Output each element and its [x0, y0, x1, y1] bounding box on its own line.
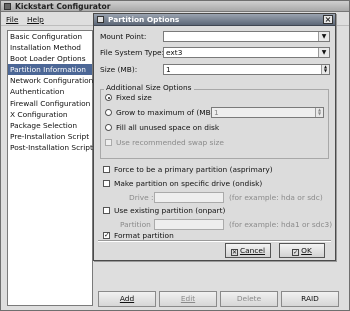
- cancel-icon: ✕: [230, 249, 238, 256]
- size-value: 1: [166, 65, 171, 74]
- add-button-label: Add: [119, 294, 135, 303]
- asprimary-label: Force to be a primary partition (asprima…: [114, 165, 273, 174]
- ok-button[interactable]: ✓ OK: [279, 243, 325, 258]
- chevron-down-icon[interactable]: ▼: [318, 48, 329, 57]
- close-icon[interactable]: ×: [323, 15, 333, 24]
- sidebar-item-post-installation-script[interactable]: Post-Installation Script: [8, 142, 93, 153]
- partition-options-dialog: Partition Options × Mount Point: ▼ File …: [93, 13, 336, 261]
- delete-button-label: Delete: [236, 294, 262, 303]
- grow-to-max-radio[interactable]: [105, 109, 112, 116]
- raid-button[interactable]: RAID: [281, 291, 339, 307]
- mount-point-label: Mount Point:: [100, 32, 147, 41]
- sidebar-item-partition-information[interactable]: Partition Information: [8, 64, 92, 76]
- main-window-title: Kickstart Configurator: [15, 2, 111, 11]
- app-icon: [4, 3, 11, 10]
- onpart-label: Use existing partition (onpart): [114, 206, 226, 215]
- recommended-swap-checkbox[interactable]: [105, 139, 112, 146]
- fill-disk-label: Fill all unused space on disk: [116, 123, 220, 132]
- spin-arrows-icon[interactable]: ▲ ▼: [315, 108, 323, 117]
- mount-point-combo[interactable]: ▼: [163, 31, 330, 42]
- additional-size-options-title: Additional Size Options: [104, 83, 194, 92]
- fill-disk-radio[interactable]: [105, 124, 112, 131]
- format-partition-label: Format partition: [114, 231, 174, 240]
- drive-input[interactable]: [154, 192, 224, 203]
- main-title-bar: Kickstart Configurator: [1, 1, 349, 12]
- cancel-button-label: Cancel: [239, 246, 266, 255]
- menu-help[interactable]: Help: [25, 14, 46, 25]
- sidebar-item-basic-configuration[interactable]: Basic Configuration: [8, 31, 92, 42]
- grow-max-value: 1: [214, 108, 219, 117]
- grow-to-max-label: Grow to maximum of (MB):: [116, 108, 217, 117]
- ondisk-checkbox[interactable]: [103, 180, 110, 187]
- dialog-title-bar[interactable]: Partition Options ×: [94, 14, 335, 26]
- spin-arrows-icon[interactable]: ▲ ▼: [321, 65, 329, 74]
- fixed-size-radio[interactable]: [105, 94, 112, 101]
- sidebar-item-package-selection[interactable]: Package Selection: [8, 120, 92, 131]
- partition-input[interactable]: [154, 219, 224, 230]
- edit-button[interactable]: Edit: [159, 291, 217, 307]
- sidebar-item-pre-installation-script[interactable]: Pre-Installation Script: [8, 131, 92, 142]
- drive-example: (for example: hda or sdc): [229, 193, 323, 202]
- dialog-icon: [97, 16, 104, 23]
- sidebar-item-authentication[interactable]: Authentication: [8, 86, 92, 97]
- asprimary-checkbox[interactable]: [103, 166, 110, 173]
- menu-help-label: Help: [27, 15, 44, 24]
- sidebar-item-firewall-configuration[interactable]: Firewall Configuration: [8, 98, 92, 109]
- fs-type-select[interactable]: ext3 ▼: [163, 47, 330, 58]
- partition-label: Partition :: [120, 220, 156, 229]
- section-list: Basic Configuration Installation Method …: [7, 30, 93, 306]
- chevron-down-icon[interactable]: ▼: [318, 32, 329, 41]
- cancel-button[interactable]: ✕ Cancel: [225, 243, 271, 258]
- dialog-separator: [98, 240, 331, 242]
- dialog-title: Partition Options: [108, 15, 180, 24]
- raid-button-label: RAID: [301, 294, 319, 303]
- sidebar-item-x-configuration[interactable]: X Configuration: [8, 109, 92, 120]
- fixed-size-label: Fixed size: [116, 93, 152, 102]
- size-spinner[interactable]: 1 ▲ ▼: [163, 64, 330, 75]
- ok-icon: ✓: [292, 249, 300, 256]
- fs-type-label: File System Type:: [100, 48, 165, 57]
- sidebar-item-boot-loader-options[interactable]: Boot Loader Options: [8, 53, 92, 64]
- menu-file-label: File: [6, 15, 19, 24]
- menu-file[interactable]: File: [4, 14, 20, 25]
- edit-button-label: Edit: [180, 294, 196, 303]
- drive-label: Drive :: [129, 193, 154, 202]
- ok-button-label: OK: [301, 246, 312, 255]
- format-partition-checkbox[interactable]: ✓: [103, 232, 110, 239]
- sidebar-item-network-configuration[interactable]: Network Configuration: [8, 75, 93, 86]
- onpart-checkbox[interactable]: [103, 207, 110, 214]
- delete-button[interactable]: Delete: [220, 291, 278, 307]
- recommended-swap-label: Use recommended swap size: [116, 138, 224, 147]
- add-button[interactable]: Add: [98, 291, 156, 307]
- fs-type-value: ext3: [166, 48, 183, 57]
- size-label: Size (MB):: [100, 65, 138, 74]
- grow-max-spinner[interactable]: 1 ▲ ▼: [211, 107, 324, 118]
- sidebar-item-installation-method[interactable]: Installation Method: [8, 42, 92, 53]
- ondisk-label: Make partition on specific drive (ondisk…: [114, 179, 263, 188]
- partition-example: (for example: hda1 or sdc3): [229, 220, 333, 229]
